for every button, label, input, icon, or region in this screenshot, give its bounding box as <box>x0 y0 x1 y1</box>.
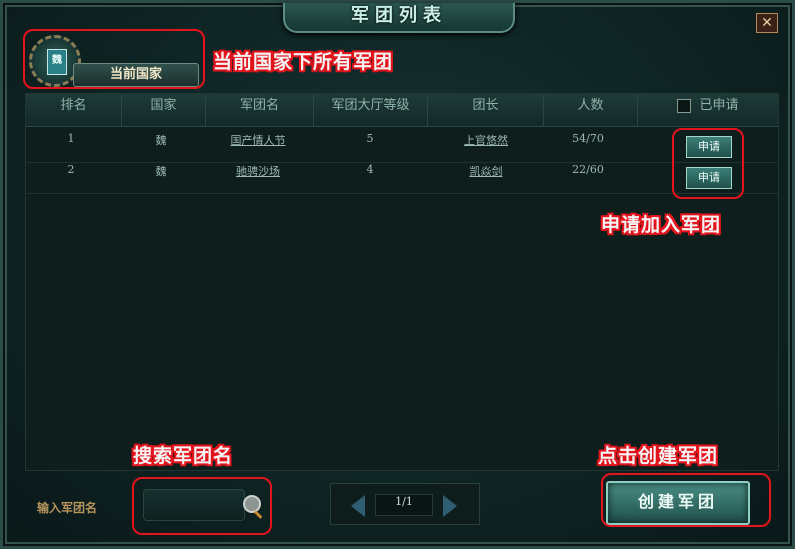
table-row: 2 魏 驰骋沙场 4 凯焱剑 22/60 申请 <box>26 163 778 194</box>
row-army-name-link[interactable]: 驰骋沙场 <box>206 163 310 193</box>
army-table: 排名 国家 军团名 军团大厅等级 团长 人数 已申请 1 魏 国产情人节 5 上… <box>25 93 779 471</box>
army-list-window: 军团列表 ✕ 魏 当前国家 当前国家下所有军团 排名 国家 军团名 军团大厅等级… <box>0 0 795 549</box>
column-header-rank: 排名 <box>26 94 122 126</box>
row-leader-link[interactable]: 上官悠然 <box>428 132 544 162</box>
annotation-create-note: 点击创建军团 <box>598 445 719 467</box>
applied-filter-checkbox[interactable] <box>677 98 692 113</box>
table-row: 1 魏 国产情人节 5 上官悠然 54/70 申请 <box>26 132 778 163</box>
row-members: 54/70 <box>572 132 604 145</box>
column-header-leader: 团长 <box>428 94 544 126</box>
annotation-search-note: 搜索军团名 <box>133 445 234 467</box>
pagination: 1/1 <box>330 483 480 525</box>
window-title-plate: 军团列表 <box>283 3 515 33</box>
annotation-apply-note: 申请加入军团 <box>601 214 722 236</box>
annotation-nation-note: 当前国家下所有军团 <box>213 51 394 73</box>
column-header-hall-level: 军团大厅等级 <box>314 94 428 126</box>
row-leader-link[interactable]: 凯焱剑 <box>428 163 544 193</box>
row-rank: 1 <box>67 132 75 145</box>
search-label: 输入军团名 <box>37 501 98 515</box>
annotation-box-search <box>132 477 272 535</box>
table-header: 排名 国家 军团名 军团大厅等级 团长 人数 已申请 <box>26 94 778 127</box>
prev-page-arrow-icon[interactable] <box>351 495 365 517</box>
row-hall-level: 4 <box>366 163 374 176</box>
annotation-box-nation <box>23 29 205 89</box>
row-army-name-link[interactable]: 国产情人节 <box>206 132 310 162</box>
column-header-members: 人数 <box>544 94 638 126</box>
row-hall-level: 5 <box>366 132 374 145</box>
row-rank: 2 <box>67 163 75 176</box>
close-button[interactable]: ✕ <box>756 13 778 33</box>
row-members: 22/60 <box>572 163 604 176</box>
column-header-applied[interactable]: 已申请 <box>638 94 778 126</box>
column-header-army-name: 军团名 <box>206 94 314 126</box>
annotation-box-apply <box>672 128 744 199</box>
annotation-box-create <box>601 473 771 527</box>
window-title: 军团列表 <box>351 5 447 26</box>
page-indicator: 1/1 <box>375 494 433 516</box>
column-header-nation: 国家 <box>122 94 206 126</box>
row-nation: 魏 <box>155 134 167 147</box>
applied-filter-label: 已申请 <box>699 98 739 113</box>
next-page-arrow-icon[interactable] <box>443 495 457 517</box>
row-nation: 魏 <box>155 165 167 178</box>
